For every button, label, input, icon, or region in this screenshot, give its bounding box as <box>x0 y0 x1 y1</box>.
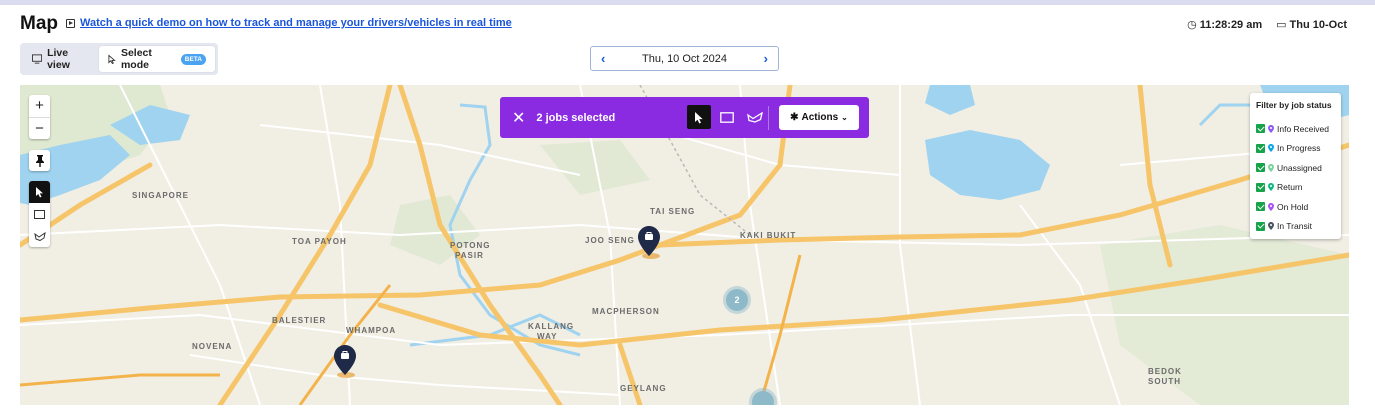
monitor-icon <box>32 54 43 64</box>
selection-count: 2 jobs selected <box>536 111 616 124</box>
clock-icon: ◷ <box>1187 19 1197 31</box>
next-date-icon[interactable]: › <box>764 51 768 66</box>
place-label: WHAMPOA <box>346 326 397 335</box>
filter-title: Filter by job status <box>1256 100 1332 110</box>
pushpin-icon <box>35 154 44 167</box>
filter-item-return[interactable]: Return <box>1256 178 1335 198</box>
lasso-icon <box>747 111 763 123</box>
actions-dropdown[interactable]: ✱ Actions ⌄ <box>779 105 859 130</box>
place-label: BEDOK <box>1148 367 1182 376</box>
place-label: WAY <box>537 332 558 341</box>
place-label: TAI SENG <box>650 207 696 216</box>
place-label: MACPHERSON <box>592 307 660 316</box>
job-pin[interactable] <box>334 345 356 375</box>
rectangle-icon <box>720 111 734 123</box>
place-label: NOVENA <box>192 342 233 351</box>
time-display: ◷ 11:28:29 am <box>1187 19 1263 31</box>
rectangle-icon <box>34 209 45 219</box>
rectangle-tool-button[interactable] <box>29 203 50 225</box>
filter-item-in-progress[interactable]: In Progress <box>1256 139 1335 159</box>
place-label: SINGAPORE <box>132 191 190 200</box>
select-mode-button[interactable]: Select mode BETA <box>98 46 215 72</box>
toolbar-divider <box>768 106 769 130</box>
filter-item-unassigned[interactable]: Unassigned <box>1256 158 1335 178</box>
filter-item-in-transit[interactable]: In Transit <box>1256 217 1335 237</box>
pin-tool-button[interactable] <box>29 150 50 171</box>
demo-link-row: Watch a quick demo on how to track and m… <box>66 17 512 29</box>
pointer-select-button[interactable] <box>687 105 711 129</box>
map-pin-icon <box>1268 163 1274 172</box>
selection-tools <box>687 105 767 129</box>
lasso-tool-button[interactable] <box>29 225 50 247</box>
job-pin[interactable] <box>638 226 660 256</box>
view-mode-toggle: Live view Select mode BETA <box>20 43 218 75</box>
zoom-controls: + − <box>29 95 50 139</box>
job-cluster-marker[interactable]: 2 <box>726 289 748 311</box>
job-marker-icon <box>638 226 660 256</box>
zoom-in-button[interactable]: + <box>29 95 50 117</box>
map-pin-icon <box>1268 124 1274 133</box>
date-display: ▭ Thu 10-Oct <box>1276 19 1347 31</box>
place-label: PASIR <box>455 251 484 260</box>
beta-badge: BETA <box>180 53 206 65</box>
live-view-button[interactable]: Live view <box>23 46 99 72</box>
checkbox-checked-icon[interactable] <box>1256 182 1265 192</box>
place-label: TOA PAYOH <box>292 237 347 246</box>
place-label: BALESTIER <box>272 316 327 325</box>
checkbox-checked-icon[interactable] <box>1256 221 1265 231</box>
checkbox-checked-icon[interactable] <box>1256 124 1265 134</box>
place-label: SOUTH <box>1148 377 1181 386</box>
checkbox-checked-icon[interactable] <box>1256 202 1265 212</box>
date-navigator: ‹ Thu, 10 Oct 2024 › <box>590 46 779 71</box>
place-label: POTONG <box>450 241 491 250</box>
filter-item-on-hold[interactable]: On Hold <box>1256 197 1335 217</box>
current-date: Thu, 10 Oct 2024 <box>642 52 727 65</box>
place-label: KAKI BUKIT <box>740 231 797 240</box>
draw-tools <box>29 181 50 247</box>
rectangle-select-button[interactable] <box>715 105 739 129</box>
map-pin-icon <box>1268 144 1274 153</box>
datetime-display: ◷ 11:28:29 am ▭ Thu 10-Oct <box>1187 18 1347 31</box>
lasso-icon <box>33 231 46 241</box>
top-border <box>0 0 1375 5</box>
map-pin-icon <box>1268 183 1274 192</box>
clear-selection-icon[interactable]: ✕ <box>512 108 525 128</box>
prev-date-icon[interactable]: ‹ <box>601 51 605 66</box>
pointer-tool-button[interactable] <box>29 181 50 203</box>
page-title: Map <box>20 13 58 34</box>
place-label: JOO SENG <box>585 236 635 245</box>
zoom-out-button[interactable]: − <box>29 117 50 139</box>
chevron-down-icon: ⌄ <box>841 113 848 122</box>
checkbox-checked-icon[interactable] <box>1256 143 1265 153</box>
place-label: GEYLANG <box>620 384 667 393</box>
gear-icon: ✱ <box>790 112 799 123</box>
filter-item-info-received[interactable]: Info Received <box>1256 119 1335 139</box>
map-pin-icon <box>1268 202 1274 211</box>
job-marker-icon <box>334 345 356 375</box>
play-video-icon <box>66 18 75 28</box>
cursor-icon <box>108 54 116 64</box>
cursor-icon <box>36 187 43 198</box>
place-label: KALLANG <box>528 322 575 331</box>
calendar-icon: ▭ <box>1276 19 1287 31</box>
checkbox-checked-icon[interactable] <box>1256 163 1265 173</box>
selection-toolbar: ✕ 2 jobs selected ✱ Actions ⌄ <box>500 97 869 138</box>
map-canvas[interactable]: SINGAPORE TOA PAYOH POTONG PASIR JOO SEN… <box>20 85 1349 405</box>
lasso-select-button[interactable] <box>743 105 767 129</box>
job-status-filter: Filter by job status Info Received In Pr… <box>1250 93 1341 239</box>
map-pin-icon <box>1268 222 1274 231</box>
demo-link[interactable]: Watch a quick demo on how to track and m… <box>80 17 512 29</box>
cursor-icon <box>695 111 703 123</box>
